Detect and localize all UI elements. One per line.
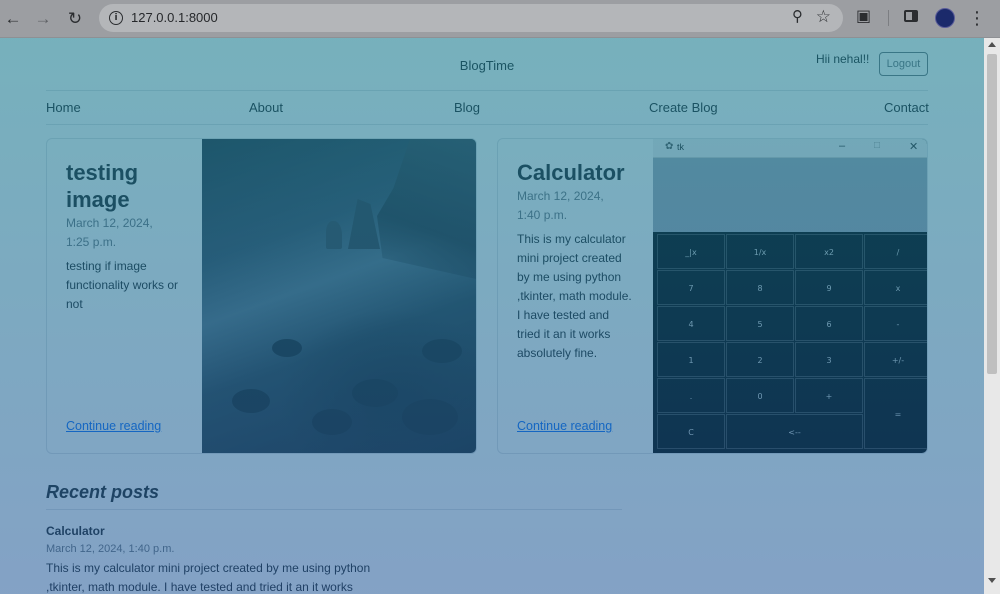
back-arrow-icon[interactable]: ← [2, 8, 24, 30]
recent-post-title[interactable]: Calculator [46, 524, 105, 538]
calculator-key: 1 [657, 342, 725, 377]
cliff-shape [377, 139, 476, 279]
recent-post-excerpt: This is my calculator mini project creat… [46, 561, 371, 594]
stone-shape [402, 399, 458, 435]
calculator-key: 5 [726, 306, 794, 341]
continue-reading-link[interactable]: Continue reading [517, 419, 612, 433]
calculator-key: . [657, 378, 725, 413]
calculator-key: / [864, 234, 927, 269]
zoom-icon[interactable]: ⚲ [792, 7, 803, 25]
recent-post-date: March 12, 2024, 1:40 p.m. [46, 543, 175, 555]
calculator-keypad: _|x 1/x x2/ 7 8 9 x 4 5 6- 1 2 3 +/-. 0 + = C <-- [657, 234, 927, 453]
more-menu-icon[interactable]: ⋮ [968, 7, 986, 29]
star-icon[interactable]: ☆ [816, 7, 831, 27]
recent-posts-heading: Recent posts [46, 482, 160, 502]
calculator-key: = [864, 378, 927, 449]
scroll-up-arrow-icon[interactable] [988, 42, 996, 47]
calculator-key: 7 [657, 270, 725, 305]
nav-contact[interactable]: Contact [884, 100, 929, 115]
calculator-key: 0 [726, 378, 794, 413]
calculator-key: 2 [726, 342, 794, 377]
feather-icon: ✿ [665, 141, 674, 152]
calculator-key: 3 [795, 342, 863, 377]
calculator-key: C [657, 414, 725, 449]
calculator-key: _|x [657, 234, 725, 269]
calculator-key: <-- [726, 414, 863, 449]
sea-stack-shape [348, 199, 380, 249]
calculator-key: 1/x [726, 234, 794, 269]
card-excerpt: testing if image functionality works or … [66, 259, 179, 311]
address-bar[interactable]: i 127.0.0.1:8000 ⚲ ☆ [99, 4, 843, 32]
forward-arrow-icon[interactable]: → [32, 8, 54, 30]
logout-button[interactable]: Logout [879, 52, 928, 76]
recent-divider [46, 509, 622, 510]
calculator-titlebar: ✿ tk – □ ✕ [653, 139, 927, 158]
card-body: testing image March 12, 2024, 1:25 p.m. te… [66, 159, 184, 314]
card-image-night-sea [202, 139, 476, 453]
toolbar-divider [888, 10, 889, 26]
blog-card: testing image March 12, 2024, 1:25 p.m. te… [46, 138, 477, 454]
info-icon[interactable]: i [109, 11, 123, 25]
side-panel-icon[interactable] [904, 10, 918, 22]
calculator-key: x2 [795, 234, 863, 269]
profile-avatar[interactable] [935, 8, 955, 28]
reload-icon[interactable]: ↻ [64, 8, 86, 30]
site-title[interactable]: BlogTime [46, 58, 928, 73]
extensions-icon[interactable]: ▣ [856, 8, 874, 26]
card-title: Calculator [517, 160, 625, 185]
calculator-key: 4 [657, 306, 725, 341]
header-divider [46, 90, 928, 91]
url-text[interactable]: 127.0.0.1:8000 [131, 10, 218, 25]
card-date: March 12, 2024, 1:40 p.m. [517, 189, 604, 222]
minimize-icon: – [839, 140, 846, 152]
card-title: testing image [66, 160, 139, 212]
browser-toolbar: ← → ↻ i 127.0.0.1:8000 ⚲ ☆ ▣ ⋮ [0, 0, 1000, 38]
nav-blog[interactable]: Blog [454, 100, 480, 115]
nav-home[interactable]: Home [46, 100, 81, 115]
card-excerpt: This is my calculator mini project creat… [517, 232, 632, 360]
blog-card: Calculator March 12, 2024, 1:40 p.m. This… [497, 138, 928, 454]
stone-shape [272, 339, 302, 357]
maximize-icon: □ [874, 140, 881, 151]
calculator-key: 6 [795, 306, 863, 341]
calculator-display [653, 158, 927, 232]
calculator-key: +/- [864, 342, 927, 377]
calculator-key: + [795, 378, 863, 413]
calculator-key: 9 [795, 270, 863, 305]
user-greeting: Hii nehal!! [816, 52, 870, 66]
card-date: March 12, 2024, 1:25 p.m. [66, 216, 153, 249]
page-viewport: BlogTime Hii nehal!! Logout Home About B… [0, 38, 984, 594]
card-image-calculator: ✿ tk – □ ✕ _|x 1/x x2/ 7 8 9 x 4 5 6- 1 2 3 +/-. 0 + = C <… [653, 139, 927, 453]
sea-stack-shape [326, 221, 342, 249]
close-icon: ✕ [909, 141, 919, 153]
calculator-window-title: tk [677, 142, 685, 152]
page-scrollbar[interactable] [984, 38, 1000, 594]
calculator-key: 8 [726, 270, 794, 305]
stone-shape [232, 389, 270, 413]
stone-shape [352, 379, 398, 407]
nav-about[interactable]: About [249, 100, 283, 115]
nav-create-blog[interactable]: Create Blog [649, 100, 718, 115]
calculator-key: - [864, 306, 927, 341]
card-body: Calculator March 12, 2024, 1:40 p.m. This… [517, 159, 635, 363]
calculator-key: x [864, 270, 927, 305]
scroll-down-arrow-icon[interactable] [988, 578, 996, 583]
stone-shape [312, 409, 352, 435]
scroll-thumb[interactable] [987, 54, 997, 374]
nav-divider [46, 124, 928, 125]
main-nav: Home About Blog Create Blog Contact [46, 100, 929, 120]
continue-reading-link[interactable]: Continue reading [66, 419, 161, 433]
stone-shape [422, 339, 462, 363]
